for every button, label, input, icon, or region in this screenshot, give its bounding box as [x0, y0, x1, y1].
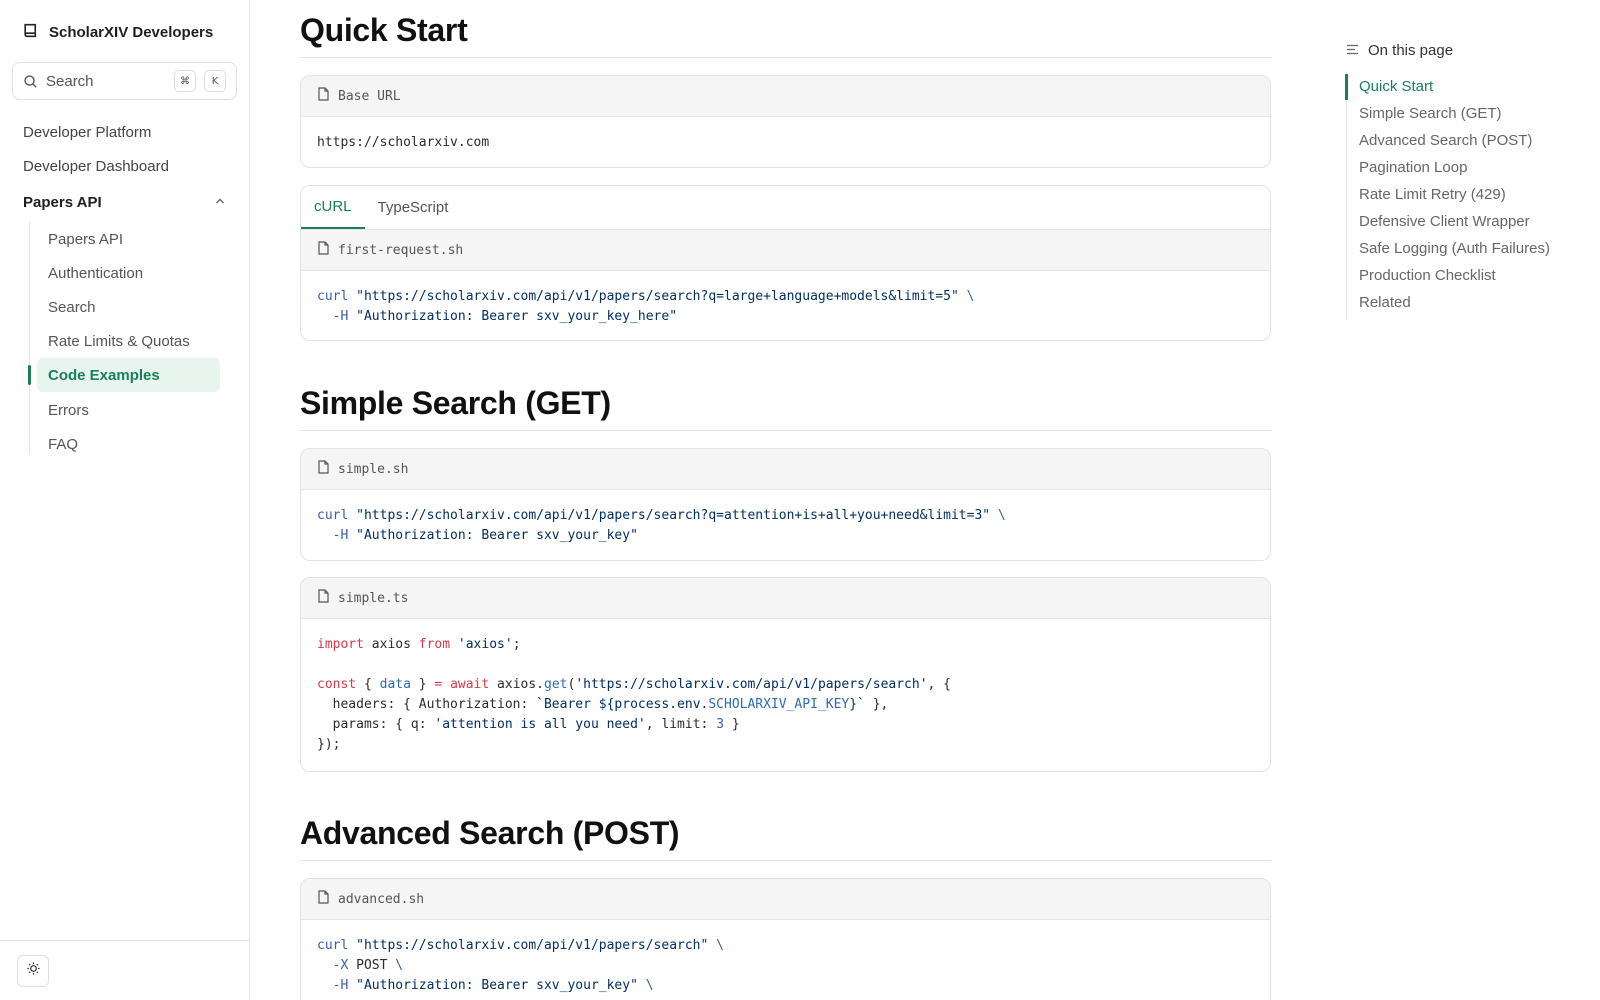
sidebar-item-rate-limits[interactable]: Rate Limits & Quotas: [37, 324, 220, 358]
code-tabs-quick-start: cURL TypeScript first-request.sh curl "h…: [300, 185, 1271, 341]
code-block-base-url: Base URL https://scholarxiv.com: [300, 75, 1271, 168]
code-filename: first-request.sh: [338, 242, 464, 258]
shortcut-k-key: K: [204, 70, 226, 92]
search-input[interactable]: Search ⌘ K: [12, 62, 237, 100]
sidebar-item-papers-api[interactable]: Papers API: [37, 222, 220, 256]
toc-item-related[interactable]: Related: [1359, 294, 1411, 311]
toc-item-defensive-client[interactable]: Defensive Client Wrapper: [1359, 213, 1530, 230]
code-content[interactable]: curl "https://scholarxiv.com/api/v1/pape…: [301, 490, 1270, 560]
toc-active-indicator: [1345, 74, 1348, 100]
code-block-header: first-request.sh: [301, 230, 1270, 271]
code-block-header: simple.ts: [301, 578, 1270, 619]
nav-developer-dashboard[interactable]: Developer Dashboard: [23, 158, 169, 175]
code-line: import axios from 'axios';: [317, 637, 521, 652]
file-icon: [317, 589, 330, 607]
code-filename: Base URL: [338, 88, 401, 104]
toc-item-pagination-loop[interactable]: Pagination Loop: [1359, 159, 1467, 176]
sidebar-item-faq[interactable]: FAQ: [37, 427, 220, 461]
nav-section-papers-api[interactable]: Papers API: [23, 194, 226, 211]
chevron-up-icon[interactable]: [214, 194, 226, 211]
code-line: curl "https://scholarxiv.com/api/v1/pape…: [317, 508, 1006, 523]
theme-toggle-button[interactable]: [17, 955, 49, 987]
code-line: });: [317, 737, 341, 752]
code-filename: simple.ts: [338, 590, 409, 606]
search-icon: [23, 74, 38, 89]
code-content[interactable]: curl "https://scholarxiv.com/api/v1/pape…: [301, 920, 1270, 1000]
toc-item-rate-limit-retry[interactable]: Rate Limit Retry (429): [1359, 186, 1506, 203]
sidebar-item-search[interactable]: Search: [37, 290, 220, 324]
code-content[interactable]: curl "https://scholarxiv.com/api/v1/pape…: [301, 271, 1270, 340]
toc-rail: [1346, 72, 1347, 320]
sidebar-item-errors[interactable]: Errors: [37, 393, 220, 427]
toc-item-safe-logging[interactable]: Safe Logging (Auth Failures): [1359, 240, 1550, 257]
active-indicator: [28, 365, 31, 385]
nav-section-label: Papers API: [23, 194, 102, 211]
toc-item-production-checklist[interactable]: Production Checklist: [1359, 267, 1496, 284]
file-icon: [317, 460, 330, 478]
sidebar-item-authentication[interactable]: Authentication: [37, 256, 220, 290]
section-heading-simple-search: Simple Search (GET): [300, 385, 1271, 431]
search-placeholder: Search: [46, 72, 94, 90]
code-line: params: { q: 'attention is all you need'…: [317, 717, 740, 732]
menu-lines-icon: [1346, 42, 1359, 59]
brand[interactable]: ScholarXIV Developers: [22, 22, 213, 43]
code-block-header: simple.sh: [301, 449, 1270, 490]
file-icon: [317, 890, 330, 908]
book-icon: [22, 22, 39, 43]
code-filename: simple.sh: [338, 461, 409, 477]
toc-item-advanced-search[interactable]: Advanced Search (POST): [1359, 132, 1532, 149]
sidebar-item-code-examples[interactable]: Code Examples: [37, 358, 220, 392]
code-line: -H "Authorization: Bearer sxv_your_key": [317, 528, 638, 543]
code-tab-bar: cURL TypeScript: [301, 186, 1270, 230]
shortcut-mod-key: ⌘: [174, 70, 196, 92]
sub-nav-rail: [29, 222, 30, 454]
section-heading-advanced-search: Advanced Search (POST): [300, 815, 1271, 861]
toc-item-quick-start[interactable]: Quick Start: [1359, 78, 1433, 95]
code-line: -H "Authorization: Bearer sxv_your_key_h…: [317, 309, 678, 324]
code-line: -H "Authorization: Bearer sxv_your_key" …: [317, 978, 654, 993]
code-line: -X POST \: [317, 958, 404, 973]
toc-title: On this page: [1368, 42, 1454, 59]
code-line: curl "https://scholarxiv.com/api/v1/pape…: [317, 289, 975, 304]
toc-header: On this page: [1346, 42, 1453, 59]
code-line: curl "https://scholarxiv.com/api/v1/pape…: [317, 938, 724, 953]
code-block-advanced-sh: advanced.sh curl "https://scholarxiv.com…: [300, 878, 1271, 1000]
section-heading-quick-start: Quick Start: [300, 12, 1271, 58]
code-block-simple-sh: simple.sh curl "https://scholarxiv.com/a…: [300, 448, 1271, 561]
code-line: const { data } = await axios.get('https:…: [317, 677, 952, 692]
code-line: headers: { Authorization: `Bearer ${proc…: [317, 697, 889, 712]
sun-icon: [26, 961, 41, 981]
code-block-header: advanced.sh: [301, 879, 1270, 920]
brand-title: ScholarXIV Developers: [49, 24, 214, 41]
sidebar-footer: [0, 940, 250, 1000]
file-icon: [317, 87, 330, 105]
tab-typescript[interactable]: TypeScript: [365, 186, 462, 229]
tab-curl[interactable]: cURL: [301, 186, 365, 229]
code-filename: advanced.sh: [338, 891, 425, 907]
code-content[interactable]: import axios from 'axios'; const { data …: [301, 619, 1270, 769]
nav-developer-platform[interactable]: Developer Platform: [23, 124, 151, 141]
code-content[interactable]: https://scholarxiv.com: [301, 117, 1270, 167]
code-block-header: Base URL: [301, 76, 1270, 117]
file-icon: [317, 241, 330, 259]
toc-item-simple-search[interactable]: Simple Search (GET): [1359, 105, 1502, 122]
sidebar: ScholarXIV Developers Search ⌘ K Develop…: [0, 0, 250, 1000]
code-block-simple-ts: simple.ts import axios from 'axios'; con…: [300, 577, 1271, 772]
